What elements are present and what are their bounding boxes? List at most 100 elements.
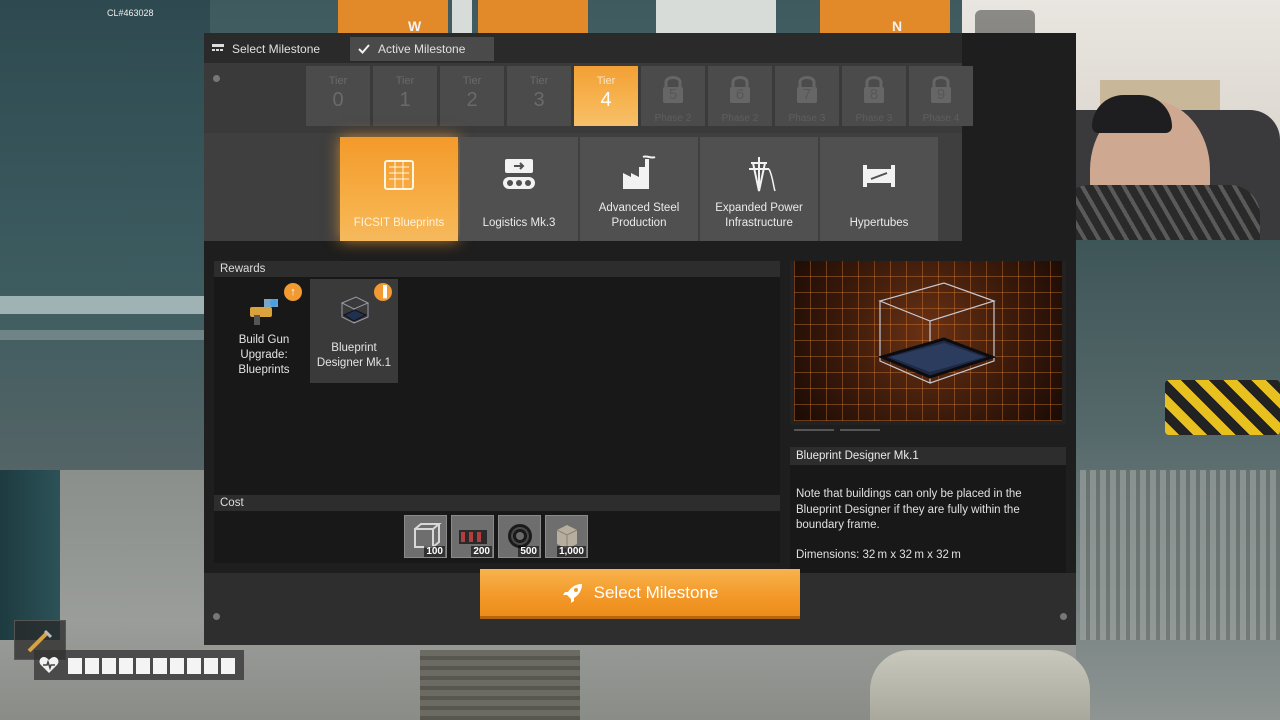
tier-tab[interactable]: Tier 0 bbox=[306, 66, 370, 126]
tier-number: 7 bbox=[802, 86, 812, 103]
health-segment bbox=[119, 658, 133, 674]
item-preview bbox=[790, 261, 1066, 425]
tab-select-milestone[interactable]: Select Milestone bbox=[204, 37, 346, 61]
player-glove bbox=[870, 650, 1090, 720]
milestone-panel: Select Milestone Active Milestone Tier 0 T… bbox=[204, 33, 1076, 645]
tier-tab[interactable]: 5 Phase 2 bbox=[641, 66, 705, 126]
list-icon bbox=[212, 44, 224, 51]
white-panel bbox=[452, 0, 472, 34]
hypertube-icon bbox=[863, 165, 895, 187]
description-title: Blueprint Designer Mk.1 bbox=[790, 447, 1066, 465]
checkmark-icon bbox=[358, 44, 370, 54]
conveyor-icon bbox=[503, 159, 535, 189]
tier-number: 9 bbox=[936, 86, 946, 103]
hazard-block bbox=[1165, 380, 1280, 435]
milestone-card[interactable]: Logistics Mk.3 bbox=[460, 137, 578, 241]
reward-item[interactable]: ↑ Build Gun Upgrade: Blueprints bbox=[220, 279, 308, 383]
compass-w: W bbox=[408, 18, 422, 34]
orange-panel bbox=[338, 0, 448, 34]
tier-number: 3 bbox=[533, 89, 545, 111]
health-bar bbox=[34, 650, 244, 680]
tier-number: 5 bbox=[668, 86, 678, 103]
panel-footer: Select Milestone bbox=[204, 569, 1076, 645]
tier-phase-label: Phase 2 bbox=[654, 113, 692, 124]
tier-tab[interactable]: 6 Phase 2 bbox=[708, 66, 772, 126]
upgrade-arrow-icon: ↑ bbox=[284, 283, 302, 301]
cost-item[interactable]: 200 bbox=[451, 515, 494, 558]
tier-number: 8 bbox=[869, 86, 879, 103]
milestone-tabs: Select Milestone Active Milestone bbox=[204, 33, 962, 63]
tier-number: 0 bbox=[332, 89, 344, 111]
orange-panel bbox=[478, 0, 588, 34]
milestone-card[interactable]: Expanded Power Infrastructure bbox=[700, 137, 818, 241]
milestone-label: Expanded Power Infrastructure bbox=[715, 202, 803, 229]
panel-rivet bbox=[213, 75, 220, 82]
wall-stripe bbox=[0, 330, 210, 340]
cost-amount: 200 bbox=[471, 546, 492, 557]
cost-amount: 500 bbox=[518, 546, 539, 557]
tier-phase-label: Phase 3 bbox=[788, 113, 826, 124]
white-panel bbox=[656, 0, 776, 34]
cost-item[interactable]: 500 bbox=[498, 515, 541, 558]
tier-number: 4 bbox=[600, 89, 612, 111]
tab-active-milestone[interactable]: Active Milestone bbox=[350, 37, 494, 61]
health-segment bbox=[153, 658, 167, 674]
milestone-label: FICSIT Blueprints bbox=[353, 217, 445, 229]
health-segment bbox=[68, 658, 82, 674]
top-doors: W N bbox=[330, 0, 970, 34]
tier-tab[interactable]: 9 Phase 4 bbox=[909, 66, 973, 126]
milestone-card[interactable]: FICSIT Blueprints bbox=[340, 137, 458, 241]
select-milestone-label: Select Milestone bbox=[593, 582, 719, 602]
cost-items: 100 200 500 1,000 bbox=[404, 515, 588, 558]
select-milestone-button[interactable]: Select Milestone bbox=[480, 569, 800, 619]
cost-item[interactable]: 100 bbox=[404, 515, 447, 558]
reward-label: Build Gun Upgrade: Blueprints bbox=[238, 334, 290, 376]
build-gun-icon bbox=[250, 299, 278, 325]
tier-phase-label: Phase 4 bbox=[922, 113, 960, 124]
description-dimensions: Dimensions: 32 m x 32 m x 32 m bbox=[796, 549, 961, 561]
heart-icon bbox=[39, 657, 59, 673]
shirt bbox=[1060, 185, 1260, 240]
tier-tab[interactable]: Tier 2 bbox=[440, 66, 504, 126]
wall-stripe bbox=[0, 296, 210, 314]
tier-label: Tier bbox=[395, 75, 415, 87]
blueprint-designer-icon bbox=[340, 296, 370, 324]
tier-label: Tier bbox=[328, 75, 348, 87]
milestone-card[interactable]: Advanced Steel Production bbox=[580, 137, 698, 241]
tier-number: 6 bbox=[735, 86, 745, 103]
tier-tab[interactable]: Tier 1 bbox=[373, 66, 437, 126]
factory-icon bbox=[623, 155, 656, 189]
cost-item[interactable]: 1,000 bbox=[545, 515, 588, 558]
milestone-label: Hypertubes bbox=[849, 217, 909, 229]
milestone-card[interactable]: Hypertubes bbox=[820, 137, 938, 241]
panel-rivet bbox=[1060, 613, 1067, 620]
tier-phase-label: Phase 3 bbox=[855, 113, 893, 124]
cost-header: Cost bbox=[214, 495, 780, 511]
tier-tab[interactable]: Tier 3 bbox=[507, 66, 571, 126]
preview-grid bbox=[794, 261, 1062, 421]
tab-label: Select Milestone bbox=[232, 42, 321, 56]
tier-number: 1 bbox=[399, 89, 411, 111]
milestone-label: Logistics Mk.3 bbox=[482, 217, 556, 229]
tier-tab[interactable]: 7 Phase 3 bbox=[775, 66, 839, 126]
factory-badge-icon: ▐ bbox=[374, 283, 392, 301]
power-pole-icon bbox=[749, 157, 776, 192]
health-segment bbox=[136, 658, 150, 674]
preview-pagination bbox=[790, 427, 1066, 435]
tier-tab[interactable]: 8 Phase 3 bbox=[842, 66, 906, 126]
tier-label: Tier bbox=[462, 75, 482, 87]
left-wall bbox=[0, 0, 210, 470]
preview-page-indicator bbox=[794, 429, 834, 431]
reward-label: Blueprint Designer Mk.1 bbox=[316, 342, 392, 369]
milestone-label: Advanced Steel Production bbox=[598, 202, 680, 229]
tier-label: Tier bbox=[596, 75, 616, 87]
health-segment bbox=[102, 658, 116, 674]
health-segment bbox=[85, 658, 99, 674]
rocket-icon bbox=[562, 583, 582, 603]
cost-amount: 100 bbox=[424, 546, 445, 557]
panel-rivet bbox=[213, 613, 220, 620]
tier-tab[interactable]: Tier 4 bbox=[574, 66, 638, 126]
rewards-header: Rewards bbox=[214, 261, 780, 277]
health-segment bbox=[204, 658, 218, 674]
reward-item[interactable]: ▐ Blueprint Designer Mk.1 bbox=[310, 279, 398, 383]
